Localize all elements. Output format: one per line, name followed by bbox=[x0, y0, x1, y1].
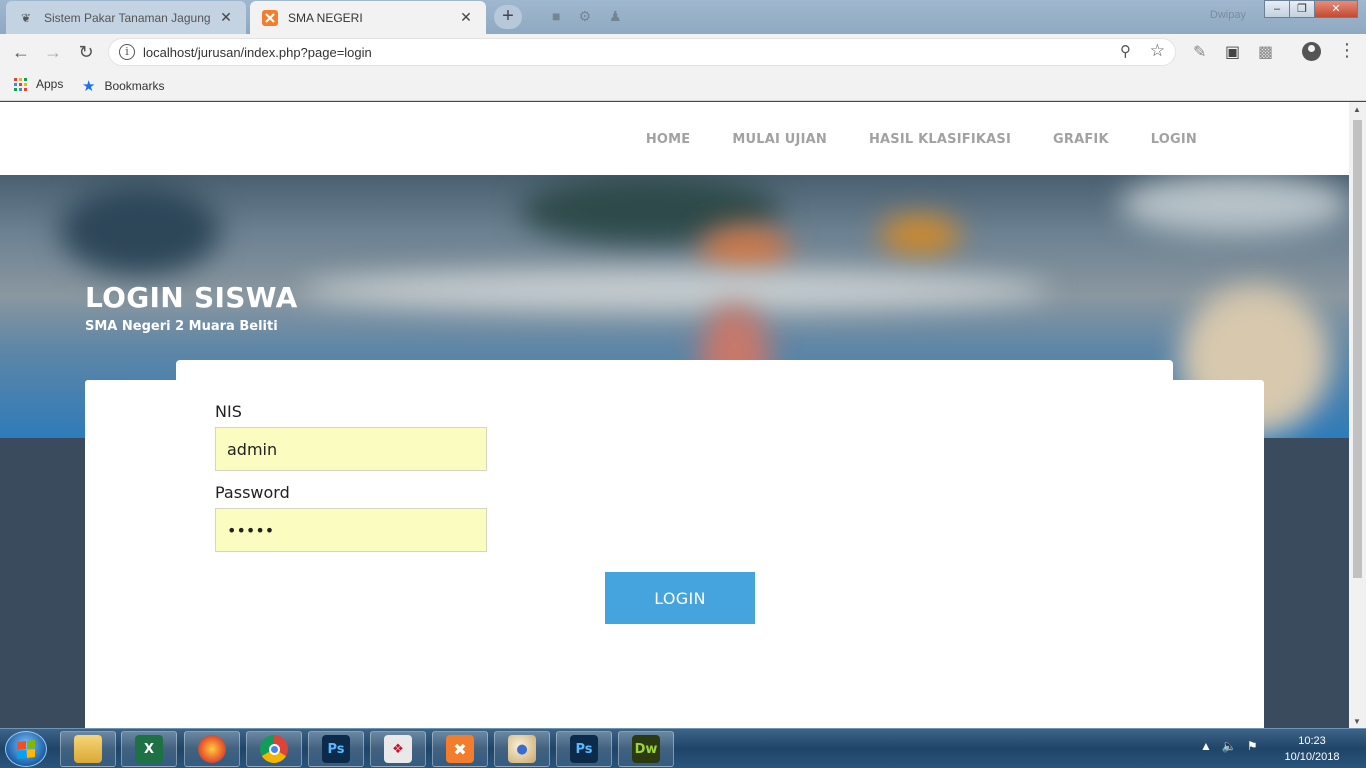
new-tab-button[interactable]: + bbox=[494, 5, 522, 29]
back-arrow-icon[interactable]: ← bbox=[9, 40, 33, 64]
bookmark-apps[interactable]: Apps bbox=[14, 77, 63, 91]
nav-grafik[interactable]: GRAFIK bbox=[1053, 132, 1109, 147]
taskbar-excel[interactable]: X bbox=[121, 731, 177, 767]
volume-icon[interactable]: 🔈 bbox=[1222, 739, 1237, 753]
nav-mulai-ujian[interactable]: MULAI UJIAN bbox=[732, 132, 827, 147]
hero-decoration bbox=[60, 185, 220, 275]
tab-sistem-pakar[interactable]: ❦ Sistem Pakar Tanaman Jagung ✕ bbox=[6, 1, 246, 34]
tab-sma-negeri[interactable]: SMA NEGERI ✕ bbox=[250, 1, 486, 34]
page-scrollbar[interactable]: ▲ ▼ bbox=[1349, 102, 1366, 728]
bookmark-star-icon[interactable]: ☆ bbox=[1150, 41, 1165, 61]
photoshop-icon: Ps bbox=[322, 735, 350, 763]
acrobat-icon: ❖ bbox=[384, 735, 412, 763]
nis-input[interactable] bbox=[215, 427, 487, 471]
nis-label: NIS bbox=[215, 402, 242, 421]
star-icon: ★ bbox=[82, 78, 96, 95]
reload-icon[interactable]: ↻ bbox=[74, 40, 98, 64]
camera-icon: ■ bbox=[552, 8, 561, 24]
apps-grid-icon bbox=[14, 77, 27, 91]
clock-time: 10:23 bbox=[1298, 735, 1326, 747]
scrollbar-thumb[interactable] bbox=[1353, 120, 1362, 578]
bookmark-bookmarks-label: Bookmarks bbox=[104, 79, 165, 93]
extension-icon[interactable]: ▩ bbox=[1258, 42, 1273, 62]
background-window-icons: ■ ⚙ ♟ bbox=[552, 8, 622, 25]
start-button[interactable] bbox=[5, 731, 47, 767]
minimize-button[interactable]: – bbox=[1264, 0, 1290, 18]
firefox-icon bbox=[198, 735, 226, 763]
dreamweaver-icon: Dw bbox=[632, 735, 660, 763]
login-button[interactable]: LOGIN bbox=[605, 572, 755, 624]
taskbar-photoshop[interactable]: Ps bbox=[308, 731, 364, 767]
excel-icon: X bbox=[135, 735, 163, 763]
photoshop-icon: Ps bbox=[570, 735, 598, 763]
site-navbar: HOME MULAI UJIAN HASIL KLASIFIKASI GRAFI… bbox=[0, 102, 1349, 175]
system-clock[interactable]: 10:23 10/10/2018 bbox=[1270, 733, 1354, 765]
taskbar-xampp[interactable]: ✖ bbox=[432, 731, 488, 767]
address-bar[interactable]: i localhost/jurusan/index.php?page=login… bbox=[108, 38, 1176, 66]
taskbar-chrome[interactable] bbox=[246, 731, 302, 767]
flag-icon[interactable]: ⚑ bbox=[1247, 739, 1258, 753]
browser-tab-strip: ❦ Sistem Pakar Tanaman Jagung ✕ SMA NEGE… bbox=[0, 0, 1366, 34]
taskbar-explorer[interactable] bbox=[60, 731, 116, 767]
leaf-icon: ❦ bbox=[20, 10, 32, 25]
gear-icon: ⚙ bbox=[578, 8, 592, 24]
windows-logo-icon bbox=[17, 740, 35, 759]
login-card: NIS Password LOGIN bbox=[85, 380, 1264, 728]
scroll-down-icon[interactable]: ▼ bbox=[1353, 717, 1361, 726]
taskbar-paint[interactable]: ● bbox=[494, 731, 550, 767]
paint-icon: ● bbox=[508, 735, 536, 763]
close-tab-icon[interactable]: ✕ bbox=[458, 9, 474, 26]
browser-toolbar: ← → ↻ i localhost/jurusan/index.php?page… bbox=[0, 34, 1366, 70]
password-label: Password bbox=[215, 483, 290, 502]
info-icon[interactable]: i bbox=[119, 44, 135, 60]
card-header-strip bbox=[176, 360, 1173, 382]
person-icon: ♟ bbox=[609, 8, 622, 24]
bookmarks-bar: Apps ★ Bookmarks bbox=[0, 70, 1366, 101]
forward-arrow-icon[interactable]: → bbox=[41, 40, 65, 64]
page-title: LOGIN SISWA bbox=[85, 281, 298, 314]
nav-hasil-klasifikasi[interactable]: HASIL KLASIFIKASI bbox=[869, 132, 1011, 147]
bookmark-apps-label: Apps bbox=[36, 77, 64, 91]
background-user-label: Dwipay bbox=[1209, 9, 1246, 21]
profile-avatar-icon[interactable] bbox=[1302, 42, 1321, 61]
windows-taskbar: X Ps ❖ ✖ ● Ps Dw ▲ 🔈 ⚑ 10:23 10/10/2018 bbox=[0, 728, 1366, 768]
system-tray: ▲ 🔈 ⚑ bbox=[1200, 739, 1258, 753]
hero-decoration bbox=[300, 270, 1050, 310]
pdf-extension-icon[interactable]: ✎ bbox=[1193, 42, 1206, 62]
taskbar-acrobat[interactable]: ❖ bbox=[370, 731, 426, 767]
nav-login[interactable]: LOGIN bbox=[1151, 132, 1197, 147]
window-close-button[interactable]: ✕ bbox=[1314, 0, 1358, 18]
tab-title: Sistem Pakar Tanaman Jagung bbox=[44, 10, 211, 25]
tray-expand-icon[interactable]: ▲ bbox=[1200, 739, 1212, 753]
window-controls: – ❐ ✕ bbox=[1264, 0, 1358, 18]
clock-date: 10/10/2018 bbox=[1284, 751, 1340, 763]
xampp-icon: ✖ bbox=[446, 735, 474, 763]
nav-home[interactable]: HOME bbox=[646, 132, 691, 147]
hero-decoration bbox=[880, 215, 960, 255]
close-tab-icon[interactable]: ✕ bbox=[218, 9, 234, 26]
xampp-favicon-icon bbox=[262, 9, 278, 26]
key-icon[interactable]: ⚲ bbox=[1120, 42, 1131, 60]
site-menu: HOME MULAI UJIAN HASIL KLASIFIKASI GRAFI… bbox=[646, 132, 1197, 147]
screenshot-extension-icon[interactable]: ▣ bbox=[1225, 42, 1240, 62]
restore-button[interactable]: ❐ bbox=[1289, 0, 1315, 18]
password-input[interactable] bbox=[215, 508, 487, 552]
address-url[interactable]: localhost/jurusan/index.php?page=login bbox=[143, 45, 372, 60]
taskbar-firefox[interactable] bbox=[184, 731, 240, 767]
chrome-icon bbox=[260, 735, 288, 763]
page-viewport: HOME MULAI UJIAN HASIL KLASIFIKASI GRAFI… bbox=[0, 102, 1349, 728]
taskbar-photoshop-2[interactable]: Ps bbox=[556, 731, 612, 767]
bookmark-bookmarks[interactable]: ★ Bookmarks bbox=[82, 77, 164, 95]
page-subtitle: SMA Negeri 2 Muara Beliti bbox=[85, 319, 278, 334]
tab-title: SMA NEGERI bbox=[288, 10, 363, 25]
explorer-icon bbox=[74, 735, 102, 763]
taskbar-dreamweaver[interactable]: Dw bbox=[618, 731, 674, 767]
scroll-up-icon[interactable]: ▲ bbox=[1353, 105, 1361, 114]
menu-dots-icon[interactable]: ⋮ bbox=[1338, 40, 1356, 61]
hero-decoration bbox=[1120, 175, 1349, 235]
hero-decoration bbox=[700, 225, 790, 275]
